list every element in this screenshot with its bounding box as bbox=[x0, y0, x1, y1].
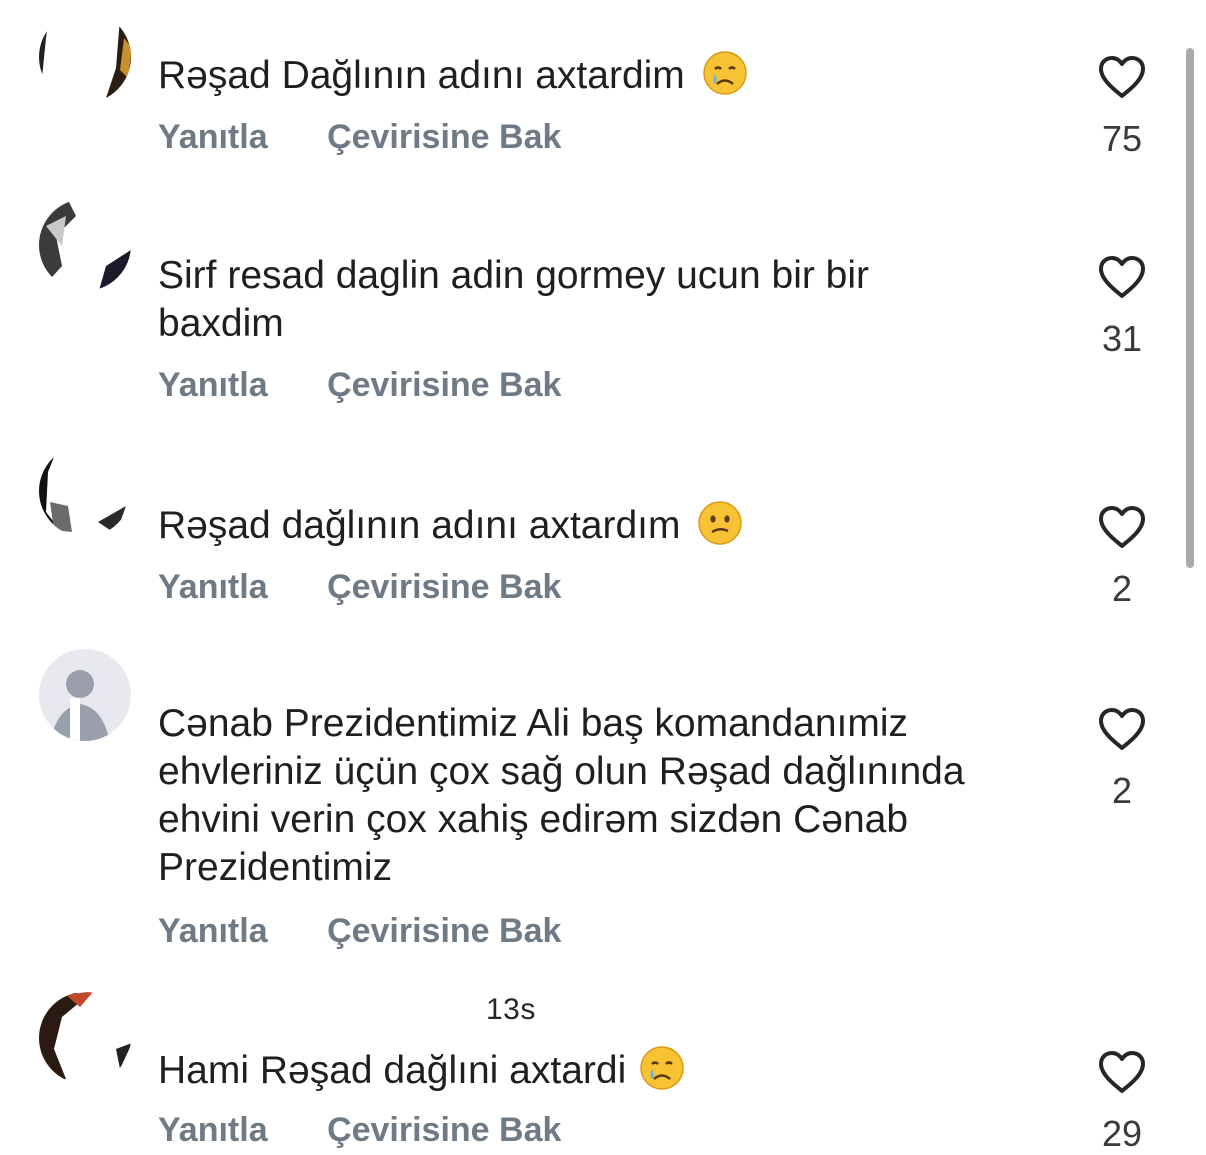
see-translation-button[interactable]: Çevirisine Bak bbox=[327, 568, 561, 607]
comment-actions: Yanıtla Çevirisine Bak bbox=[158, 118, 561, 157]
comments-list: Rəşad Dağlının adını axtardim Yanıtla Çe… bbox=[0, 0, 1206, 1155]
comment-item: Rəşad Dağlının adını axtardim Yanıtla Çe… bbox=[0, 0, 1180, 180]
heart-icon[interactable] bbox=[1090, 706, 1154, 752]
like-count: 75 bbox=[1101, 118, 1143, 159]
comment-body: Rəşad Dağlının adını axtardim bbox=[158, 54, 685, 97]
like-count: 29 bbox=[1101, 1113, 1143, 1154]
reply-button[interactable]: Yanıtla bbox=[158, 1111, 268, 1150]
heart-icon[interactable] bbox=[1090, 1049, 1154, 1095]
comment-actions: Yanıtla Çevirisine Bak bbox=[158, 366, 561, 405]
avatar[interactable] bbox=[36, 442, 134, 540]
avatar[interactable] bbox=[36, 989, 134, 1087]
comment-actions: Yanıtla Çevirisine Bak bbox=[158, 568, 561, 607]
see-translation-button[interactable]: Çevirisine Bak bbox=[327, 366, 561, 405]
like-control: 31 bbox=[1090, 254, 1154, 360]
comment-text: Sirf resad daglin adin gormey ucun bir b… bbox=[158, 252, 978, 348]
comment-actions: Yanıtla Çevirisine Bak bbox=[158, 1111, 561, 1150]
comment-actions: Yanıtla Çevirisine Bak bbox=[158, 912, 561, 951]
comment-time: 13s bbox=[486, 993, 536, 1026]
heart-icon[interactable] bbox=[1090, 504, 1154, 550]
comment-body: Hami Rəşad dağlıni axtardi bbox=[158, 1049, 627, 1092]
like-control: 75 bbox=[1090, 54, 1154, 160]
like-control: 2 bbox=[1090, 706, 1154, 812]
avatar[interactable] bbox=[36, 8, 134, 106]
see-translation-button[interactable]: Çevirisine Bak bbox=[327, 1111, 561, 1150]
see-translation-button[interactable]: Çevirisine Bak bbox=[327, 118, 561, 157]
crying-face-emoji bbox=[702, 50, 748, 96]
like-control: 29 bbox=[1090, 1049, 1154, 1155]
comment-text: Rəşad dağlının adını axtardım bbox=[158, 500, 1038, 550]
comment-text: Rəşad Dağlının adını axtardim bbox=[158, 50, 1038, 100]
like-control: 2 bbox=[1090, 504, 1154, 610]
reply-button[interactable]: Yanıtla bbox=[158, 118, 268, 157]
comment-body: Rəşad dağlının adını axtardım bbox=[158, 504, 681, 547]
comment-text: Hami Rəşad dağlıni axtardi bbox=[158, 1045, 1038, 1095]
like-count: 2 bbox=[1111, 568, 1133, 609]
reply-button[interactable]: Yanıtla bbox=[158, 568, 268, 607]
reply-button[interactable]: Yanıtla bbox=[158, 912, 268, 951]
avatar[interactable] bbox=[36, 646, 134, 744]
reply-button[interactable]: Yanıtla bbox=[158, 366, 268, 405]
comment-body: Sirf resad daglin adin gormey ucun bir b… bbox=[158, 254, 870, 345]
heart-icon[interactable] bbox=[1090, 54, 1154, 100]
comment-item: Sirf resad daglin adin gormey ucun bir b… bbox=[0, 190, 1180, 430]
comment-body: Cənab Prezidentimiz Ali baş komandanımiz… bbox=[158, 702, 965, 889]
confused-face-emoji bbox=[697, 500, 743, 546]
avatar[interactable] bbox=[36, 196, 134, 294]
like-count: 2 bbox=[1111, 770, 1133, 811]
see-translation-button[interactable]: Çevirisine Bak bbox=[327, 912, 561, 951]
like-count: 31 bbox=[1101, 318, 1143, 359]
comment-item: 13s Hami Rəşad dağlıni axtardi Yanıtla Ç… bbox=[0, 985, 1180, 1155]
comment-text: Cənab Prezidentimiz Ali baş komandanımiz… bbox=[158, 700, 1018, 892]
heart-icon[interactable] bbox=[1090, 254, 1154, 300]
crying-face-emoji bbox=[639, 1045, 685, 1091]
comment-item: Rəşad dağlının adını axtardım Yanıtla Çe… bbox=[0, 440, 1180, 630]
comment-item: Cənab Prezidentimiz Ali baş komandanımiz… bbox=[0, 640, 1180, 970]
scrollbar[interactable] bbox=[1186, 48, 1194, 568]
